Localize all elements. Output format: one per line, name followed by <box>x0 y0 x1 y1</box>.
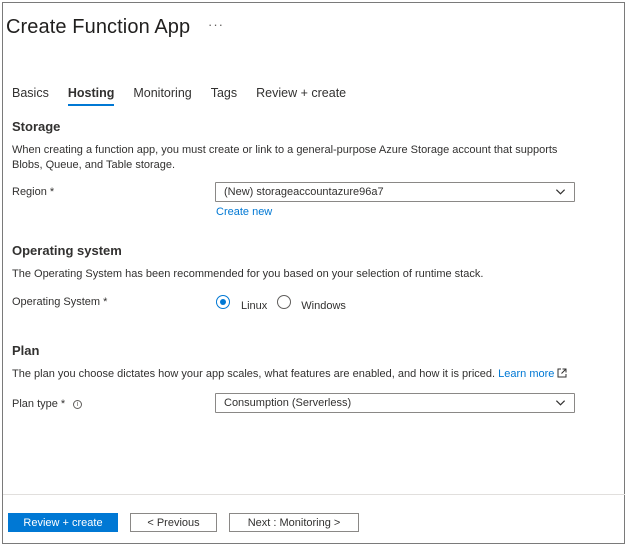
plan-type-label-row: Plan type * i <box>12 398 83 410</box>
os-description: The Operating System has been recommende… <box>12 268 484 280</box>
linux-label: Linux <box>241 300 268 312</box>
region-dropdown[interactable]: (New) storageaccountazure96a7 <box>215 182 575 202</box>
chevron-down-icon <box>555 400 566 406</box>
plan-description: The plan you choose dictates how your ap… <box>12 368 496 380</box>
region-value: (New) storageaccountazure96a7 <box>224 186 384 198</box>
windows-radio[interactable] <box>277 294 292 309</box>
tab-hosting[interactable]: Hosting <box>67 86 114 106</box>
tab-basics[interactable]: Basics <box>12 86 49 106</box>
previous-button[interactable]: < Previous <box>130 513 217 532</box>
review-create-button[interactable]: Review + create <box>8 513 118 532</box>
storage-heading: Storage <box>12 119 61 134</box>
footer-divider <box>3 494 625 495</box>
os-heading: Operating system <box>12 243 122 258</box>
learn-more-label: Learn more <box>498 368 555 380</box>
tab-bar: Basics Hosting Monitoring Tags Review + … <box>12 86 365 106</box>
tab-monitoring[interactable]: Monitoring <box>133 86 191 106</box>
tab-tags[interactable]: Tags <box>211 86 237 106</box>
linux-radio[interactable] <box>216 294 230 309</box>
os-label: Operating System * <box>12 296 108 308</box>
create-new-link[interactable]: Create new <box>216 206 272 218</box>
chevron-down-icon <box>555 189 566 195</box>
info-icon[interactable]: i <box>73 400 83 409</box>
storage-description: When creating a function app, you must c… <box>12 144 558 171</box>
plan-type-label: Plan type * <box>12 398 66 410</box>
plan-description-row: The plan you choose dictates how your ap… <box>12 367 567 382</box>
plan-type-dropdown[interactable]: Consumption (Serverless) <box>215 393 575 413</box>
region-label: Region * <box>12 186 55 198</box>
next-monitoring-button[interactable]: Next : Monitoring > <box>229 513 359 532</box>
tab-review-create[interactable]: Review + create <box>256 86 346 106</box>
windows-label: Windows <box>301 300 346 312</box>
os-radio-group: Linux Windows <box>216 291 346 312</box>
external-link-icon <box>557 368 567 378</box>
plan-heading: Plan <box>12 343 40 358</box>
page-title: Create Function App <box>6 16 191 38</box>
plan-type-value: Consumption (Serverless) <box>224 397 352 409</box>
more-icon[interactable]: ··· <box>208 17 224 32</box>
learn-more-link[interactable]: Learn more <box>498 368 567 380</box>
